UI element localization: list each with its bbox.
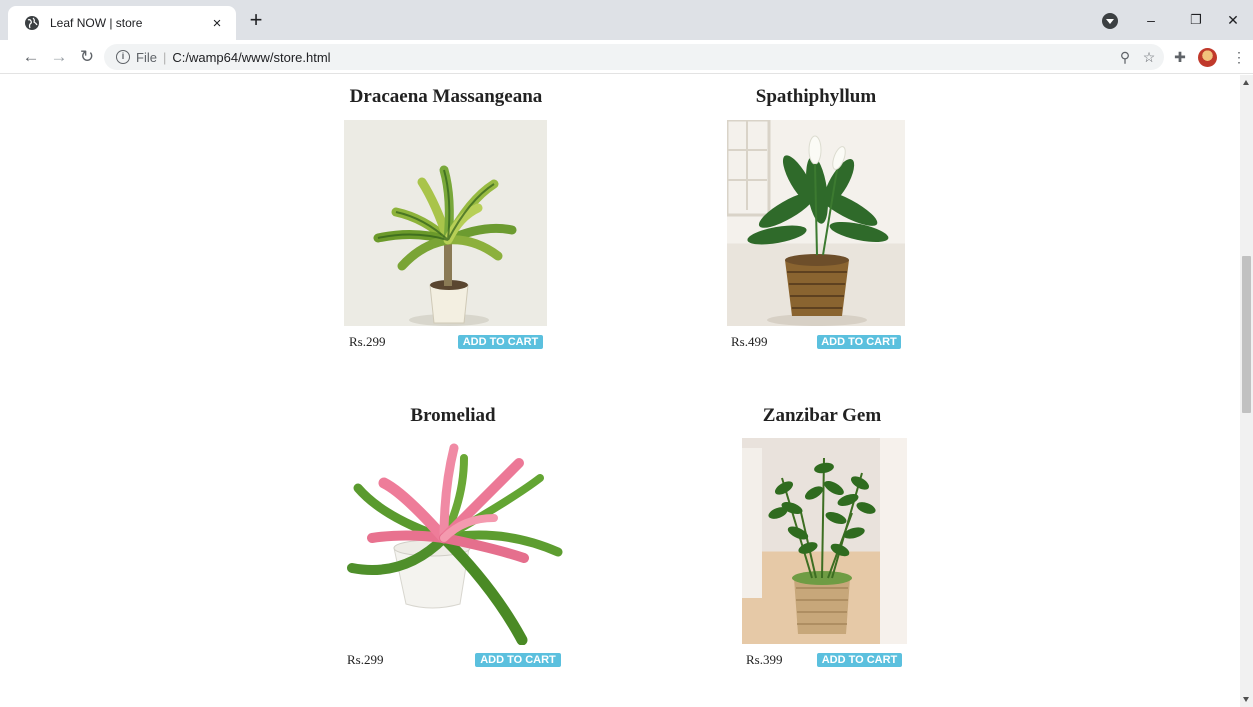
product-title: Bromeliad	[410, 405, 496, 426]
vertical-scrollbar[interactable]	[1240, 75, 1253, 707]
add-to-cart-button[interactable]: ADD TO CART	[817, 335, 901, 349]
address-bar[interactable]: i File | C:/wamp64/www/store.html	[104, 44, 1164, 70]
bromeliad-plant-image	[344, 438, 564, 645]
forward-arrow-icon[interactable]: →	[48, 46, 70, 68]
close-window-button[interactable]: ✕	[1218, 12, 1248, 29]
zoom-icon[interactable]: ⚲	[1116, 48, 1134, 66]
bookmark-star-icon[interactable]: ☆	[1140, 48, 1158, 66]
address-scheme: File	[136, 49, 157, 65]
tab-close-icon[interactable]: ×	[208, 15, 226, 32]
tab-title: Leaf NOW | store	[50, 16, 143, 30]
scroll-down-arrow-icon[interactable]	[1243, 697, 1249, 702]
scroll-up-arrow-icon[interactable]	[1243, 80, 1249, 85]
add-to-cart-button[interactable]: ADD TO CART	[817, 653, 902, 667]
profile-avatar[interactable]	[1198, 48, 1217, 67]
product-price: Rs.299	[349, 334, 386, 349]
window-controls: – ❐ ✕	[1138, 0, 1248, 40]
product-price: Rs.299	[347, 652, 384, 667]
zz-plant-image	[742, 438, 907, 644]
peace-lily-plant-image	[727, 120, 905, 326]
tab-search-icon[interactable]	[1102, 13, 1118, 29]
product-price: Rs.499	[731, 334, 768, 349]
back-arrow-icon[interactable]: ←	[20, 46, 42, 68]
address-url: C:/wamp64/www/store.html	[172, 49, 331, 65]
add-to-cart-button[interactable]: ADD TO CART	[458, 335, 543, 349]
restore-button[interactable]: ❐	[1174, 12, 1218, 28]
page-content: Dracaena Massangeana Rs.299 ADD TO CART …	[0, 75, 1240, 707]
add-to-cart-button[interactable]: ADD TO CART	[475, 653, 561, 667]
menu-kebab-icon[interactable]: ⋮	[1230, 48, 1248, 66]
reload-icon[interactable]: ↻	[76, 46, 98, 68]
minimize-button[interactable]: –	[1138, 12, 1164, 28]
dracaena-plant-image	[344, 120, 547, 326]
product-title: Spathiphyllum	[755, 86, 877, 107]
scrollbar-thumb[interactable]	[1242, 256, 1251, 413]
info-icon[interactable]: i	[116, 50, 130, 64]
product-price: Rs.399	[746, 652, 783, 667]
product-title: Zanzibar Gem	[762, 405, 882, 426]
globe-icon	[25, 16, 39, 30]
browser-toolbar: ← → ↻ i File | C:/wamp64/www/store.html …	[0, 40, 1253, 74]
browser-tab[interactable]: Leaf NOW | store ×	[8, 6, 236, 40]
address-separator: |	[162, 49, 167, 65]
tab-strip: Leaf NOW | store × + – ❐ ✕	[0, 0, 1253, 40]
new-tab-button[interactable]: +	[244, 9, 268, 33]
product-title: Dracaena Massangeana	[349, 86, 543, 107]
extensions-puzzle-icon[interactable]: ✚	[1171, 48, 1189, 66]
